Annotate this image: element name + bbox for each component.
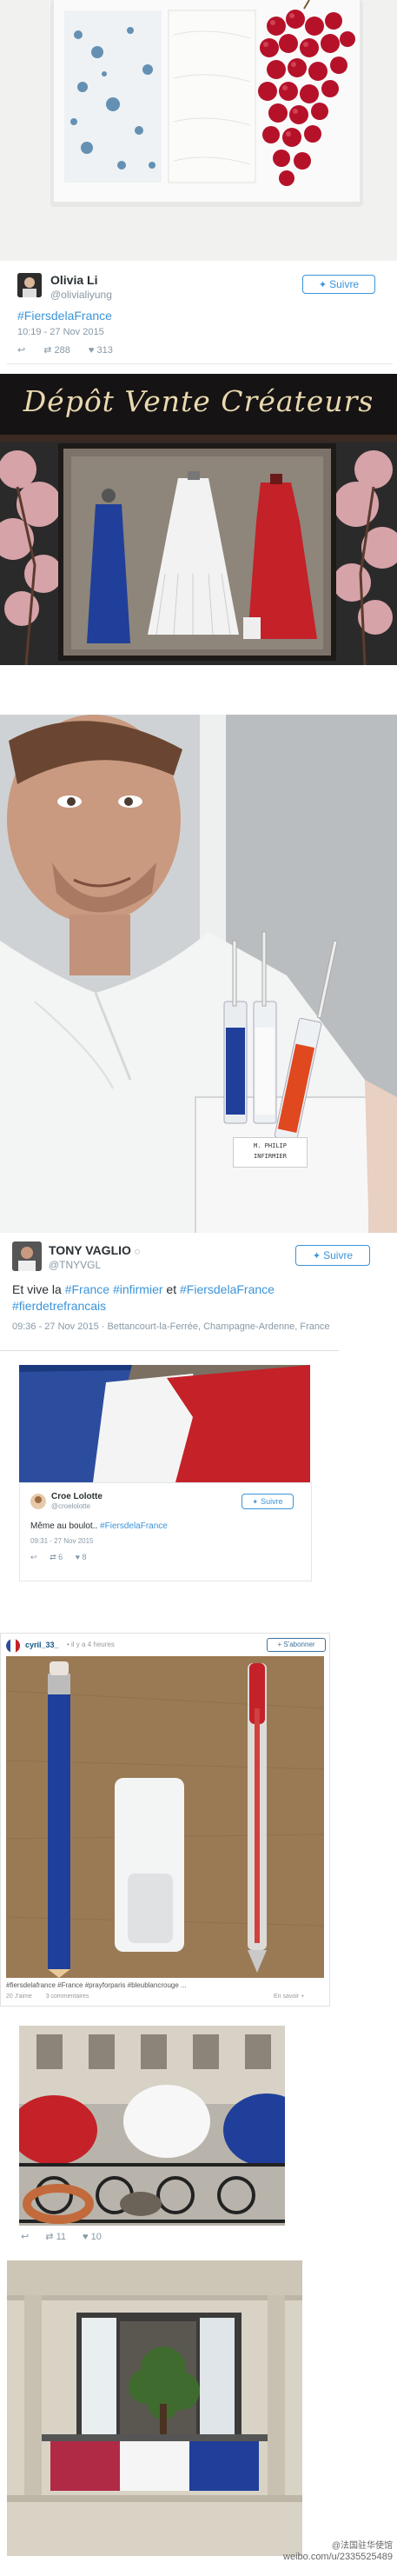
avatar[interactable] <box>12 1241 42 1271</box>
nurse-selfie-photo: M. PHILIP INFIRMIER <box>0 715 397 1243</box>
tweet-author-handle[interactable]: @croelolotte <box>51 1502 90 1510</box>
cheese-flag-image <box>0 0 397 261</box>
retweet-count: 6 <box>58 1553 63 1561</box>
tweet-timestamp[interactable]: 09:31 - 27 Nov 2015 <box>30 1537 94 1545</box>
folders-image <box>19 1365 310 1482</box>
tweet-author-name[interactable]: TONY VAGLIO ◌ <box>49 1243 140 1257</box>
window-flag-image <box>7 2260 302 2556</box>
author-name-text: TONY VAGLIO <box>49 1243 131 1257</box>
retweet-icon: ⇄ <box>45 2232 54 2242</box>
tweet-text-part: et <box>162 1282 180 1296</box>
tweet-timestamp[interactable]: 10:19 - 27 Nov 2015 <box>17 327 104 337</box>
hashtag-link[interactable]: #France <box>65 1282 109 1296</box>
like-count: 10 <box>90 2232 102 2242</box>
reply-icon[interactable]: ↩ <box>17 345 25 356</box>
retweet-action[interactable]: ⇄ 11 <box>45 2232 66 2242</box>
retweet-icon: ⇄ <box>50 1553 56 1561</box>
tweet-text-part: Et vive la <box>12 1282 65 1296</box>
heart-icon: ♥ <box>83 2232 89 2242</box>
hashtag-link[interactable]: #FiersdelaFrance <box>100 1521 168 1531</box>
like-count[interactable]: 20 J'aime <box>6 1994 32 2000</box>
watermark-account: @法国驻华使馆 <box>331 2541 393 2551</box>
post-author[interactable]: cyril_33_ <box>25 1641 59 1649</box>
pencil-pen-image <box>6 1656 324 1978</box>
balcony-image <box>19 2026 285 2226</box>
twitter-bird-icon: ✦ <box>252 1498 259 1506</box>
like-action[interactable]: ♥ 313 <box>89 345 113 356</box>
nurse-selfie-image <box>0 715 397 1243</box>
follow-label: Suivre <box>261 1497 283 1506</box>
tweet-actions: ↩ ⇄ 288 ♥ 313 <box>17 344 129 356</box>
badge-name: M. PHILIP <box>254 1142 287 1149</box>
avatar[interactable] <box>6 1639 20 1653</box>
watermark: @法国驻华使馆 weibo.com/u/2335525489 <box>261 2540 393 2563</box>
tweet-text: Et vive la #France #infirmier et #Fiersd… <box>12 1281 377 1315</box>
tweet-author-name[interactable]: Olivia Li <box>50 273 97 287</box>
follow-label: Suivre <box>329 278 360 290</box>
tweet-actions: ↩ ⇄ 6 ♥ 8 <box>30 1553 87 1562</box>
post-caption: #fiersdelafrance #France #prayforparis #… <box>6 1981 187 1989</box>
comment-count[interactable]: 3 commentaires <box>46 1994 89 2000</box>
watermark-url: weibo.com/u/2335525489 <box>283 2552 393 2562</box>
cheese-flag-photo <box>0 0 397 261</box>
retweet-count: 11 <box>56 2232 66 2242</box>
subscribe-button[interactable]: + S'abonner <box>267 1638 326 1652</box>
tweet-author-handle[interactable]: @TNYVGL <box>49 1259 101 1271</box>
retweet-action[interactable]: ⇄ 6 <box>50 1553 63 1561</box>
badge-role: INFIRMIER <box>254 1153 287 1160</box>
heart-icon: ♥ <box>88 345 95 356</box>
tweet-olivia: Olivia Li @olivialiyung ✦ Suivre #Fiersde… <box>7 261 393 364</box>
hashtag-link[interactable]: #FiersdelaFrance <box>180 1282 275 1296</box>
tweet-hashtag[interactable]: #FiersdelaFrance <box>17 308 112 324</box>
like-action[interactable]: ♥ 10 <box>83 2232 102 2242</box>
twitter-bird-icon: ✦ <box>312 1251 321 1261</box>
hashtag-link[interactable]: #fierdetrefrancais <box>12 1299 106 1313</box>
folders-photo <box>19 1365 310 1482</box>
like-count: 8 <box>82 1553 87 1561</box>
tweet-tony: TONY VAGLIO ◌ @TNYVGL ✦ Suivre Et vive la… <box>0 1233 397 1350</box>
hashtag-link[interactable]: #infirmier <box>113 1282 163 1296</box>
shop-sign: Dépôt Vente Créateurs <box>23 384 374 418</box>
pencil-pen-photo <box>6 1656 324 1978</box>
follow-button[interactable]: ✦ Suivre <box>242 1494 294 1509</box>
avatar[interactable] <box>30 1494 46 1509</box>
window-flag-photo <box>7 2260 302 2556</box>
post-stats: 20 J'aime 3 commentaires <box>6 1994 89 2000</box>
tweet-timestamp-location[interactable]: 09:36 - 27 Nov 2015 · Bettancourt-la-Fer… <box>12 1320 368 1334</box>
balcony-actions: ↩ ⇄ 11 ♥ 10 <box>21 2231 102 2242</box>
nurse-badge: M. PHILIP INFIRMIER <box>233 1137 308 1168</box>
post-cyril: cyril_33_ • il y a 4 heures + S'abonner … <box>0 1633 330 2007</box>
balcony-photo <box>19 2026 285 2226</box>
learn-more-link[interactable]: En savoir + <box>274 1994 304 2000</box>
twitter-bird-icon: ✦ <box>318 280 328 290</box>
tweet-text: Même au boulot.. #FiersdelaFrance <box>30 1521 168 1531</box>
tweet-author-name[interactable]: Croe Lolotte <box>51 1492 103 1501</box>
like-count: 313 <box>96 345 113 356</box>
retweet-action[interactable]: ⇄ 288 <box>43 345 70 356</box>
tweet-author-handle[interactable]: @olivialiyung <box>50 289 112 301</box>
like-action[interactable]: ♥ 8 <box>76 1553 87 1561</box>
divider <box>0 1350 339 1351</box>
tweet-croe: Croe Lolotte @croelolotte ✦ Suivre Même a… <box>19 1482 312 1581</box>
tweet-text-part: Même au boulot.. <box>30 1521 101 1531</box>
avatar[interactable] <box>17 273 42 297</box>
follow-button[interactable]: ✦ Suivre <box>295 1245 370 1266</box>
reply-icon[interactable]: ↩ <box>30 1553 37 1561</box>
heart-icon: ♥ <box>75 1553 80 1561</box>
shop-window-photo: Dépôt Vente Créateurs <box>0 374 397 665</box>
post-time: • il y a 4 heures <box>67 1641 115 1648</box>
reply-icon[interactable]: ↩ <box>21 2232 29 2242</box>
follow-label: Suivre <box>323 1249 354 1261</box>
verified-icon: ◌ <box>134 1247 141 1257</box>
retweet-count: 288 <box>54 345 70 356</box>
retweet-icon: ⇄ <box>43 345 52 356</box>
follow-button[interactable]: ✦ Suivre <box>302 275 375 294</box>
